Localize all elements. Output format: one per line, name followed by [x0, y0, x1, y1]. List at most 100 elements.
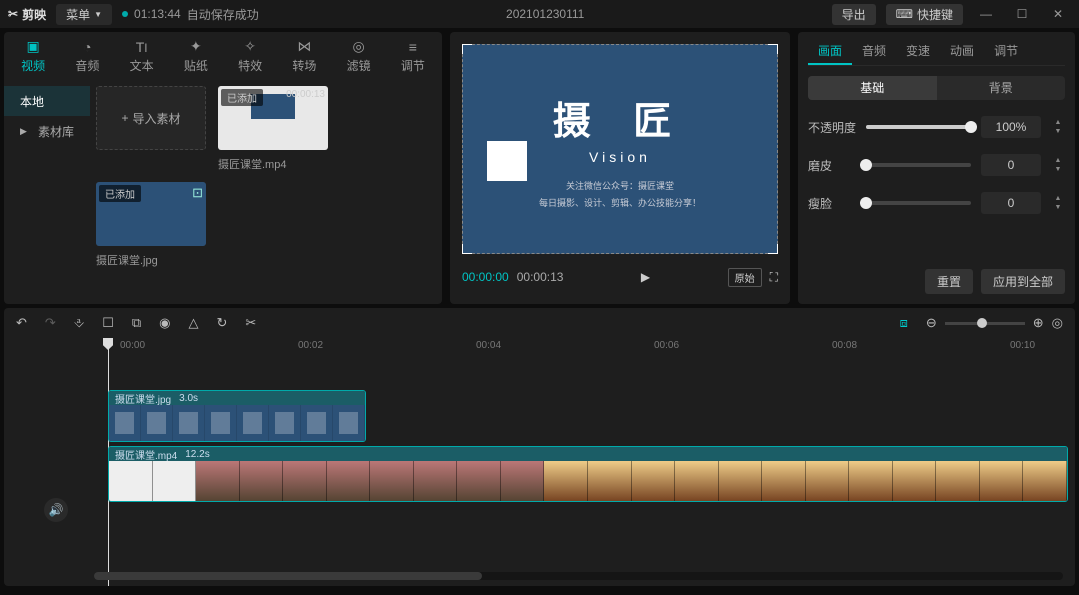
fullscreen-button[interactable]: ⛶ — [770, 270, 778, 285]
transition-icon: ⋈ — [297, 38, 311, 55]
zoom-fit-button[interactable]: ◎ — [1052, 315, 1063, 331]
skin-slider[interactable] — [866, 163, 971, 167]
import-media-button[interactable]: +导入素材 — [96, 86, 206, 150]
delete-button[interactable]: ☐ — [102, 315, 114, 331]
crop-button[interactable]: ⧉ — [132, 315, 141, 331]
zoom-out-button[interactable]: ⊖ — [926, 315, 937, 331]
chevron-down-icon: ▼ — [94, 10, 102, 19]
status-dot-icon — [122, 11, 128, 17]
opacity-value[interactable]: 100% — [981, 116, 1041, 138]
media-filename: 摄匠课堂.jpg — [96, 252, 206, 268]
filter-icon: ◎ — [353, 38, 365, 55]
properties-panel: 画面 音频 变速 动画 调节 基础 背景 不透明度 100% ▲▼ 磨皮 0 ▲… — [798, 32, 1075, 304]
magnet-button[interactable]: ⧈ — [900, 315, 908, 331]
autosave-status: 01:13:44 自动保存成功 — [122, 6, 259, 23]
rotate-button[interactable]: ↻ — [217, 315, 228, 331]
play-button[interactable]: ▶ — [641, 270, 650, 284]
app-name: 剪映 — [22, 6, 46, 23]
project-title: 202101230111 — [269, 7, 822, 21]
duration-label: 00:00:13 — [286, 89, 325, 100]
timeline-toolbar: ↶ ↷ ⎀ ☐ ⧉ ◉ △ ↻ ✂ ⧈ ⊖ ⊕ ◎ — [4, 308, 1075, 338]
text-icon: TI — [136, 39, 148, 55]
media-item[interactable]: 已添加00:00:13 摄匠课堂.mp4 — [218, 86, 328, 172]
audio-icon: ◔ — [83, 39, 91, 55]
timeline[interactable]: 00:00 00:02 00:04 00:06 00:08 00:10 🔊 摄匠… — [4, 338, 1075, 586]
preview-line2: 每日摄影、设计、剪辑、办公技能分享！ — [539, 196, 701, 209]
timeline-clip-video[interactable]: 摄匠课堂.mp412.2s — [108, 446, 1068, 502]
face-stepper[interactable]: ▲▼ — [1051, 195, 1065, 211]
ratio-button[interactable]: 原始 — [728, 268, 762, 287]
sticker-icon: ✦ — [190, 38, 202, 55]
timeline-scrollbar[interactable] — [94, 572, 1063, 580]
tab-transition[interactable]: ⋈转场 — [281, 36, 327, 76]
titlebar: ✂ 剪映 菜单▼ 01:13:44 自动保存成功 202101230111 导出… — [0, 0, 1079, 28]
opacity-label: 不透明度 — [808, 119, 856, 136]
face-slider[interactable] — [866, 201, 971, 205]
tab-adjust[interactable]: ≡调节 — [390, 36, 436, 76]
preview-viewport[interactable]: 摄 匠 Vision 关注微信公众号：摄匠课堂 每日摄影、设计、剪辑、办公技能分… — [462, 44, 778, 254]
image-type-icon: ⊡ — [192, 185, 203, 201]
tab-text[interactable]: TI文本 — [119, 36, 165, 76]
prop-tab-picture[interactable]: 画面 — [808, 38, 852, 65]
media-filename: 摄匠课堂.mp4 — [218, 156, 328, 172]
effects-icon: ✧ — [244, 38, 256, 55]
media-grid: +导入素材 已添加00:00:13 摄匠课堂.mp4 已添加⊡ 摄匠课堂.jpg — [90, 80, 442, 304]
preview-logo-text: 摄 匠 — [553, 90, 688, 145]
prop-tab-speed[interactable]: 变速 — [896, 38, 940, 65]
prop-tab-adjust[interactable]: 调节 — [984, 38, 1028, 65]
tab-video[interactable]: ▣视频 — [10, 36, 56, 76]
preview-sub-text: Vision — [589, 149, 651, 165]
opacity-stepper[interactable]: ▲▼ — [1051, 119, 1065, 135]
time-current: 00:00:00 — [462, 270, 509, 284]
mute-track-button[interactable]: 🔊 — [44, 498, 68, 522]
crop2-button[interactable]: ✂ — [245, 315, 256, 331]
timeline-clip-image[interactable]: 摄匠课堂.jpg3.0s — [108, 390, 366, 442]
time-ruler[interactable]: 00:00 00:02 00:04 00:06 00:08 00:10 — [16, 338, 1075, 358]
zoom-in-button[interactable]: ⊕ — [1033, 315, 1044, 331]
tab-audio[interactable]: ◔音频 — [64, 36, 110, 76]
apply-all-button[interactable]: 应用到全部 — [981, 269, 1065, 294]
shortcuts-button[interactable]: ⌨快捷键 — [886, 4, 963, 25]
plus-icon: + — [121, 111, 128, 125]
face-label: 瘦脸 — [808, 195, 856, 212]
skin-value[interactable]: 0 — [981, 154, 1041, 176]
mirror-button[interactable]: △ — [189, 315, 199, 331]
keyboard-icon: ⌨ — [896, 7, 913, 21]
freeze-button[interactable]: ◉ — [159, 315, 170, 331]
sidebar-item-local[interactable]: 本地 — [4, 86, 90, 116]
preview-panel: 摄 匠 Vision 关注微信公众号：摄匠课堂 每日摄影、设计、剪辑、办公技能分… — [450, 32, 790, 304]
preview-line1: 关注微信公众号：摄匠课堂 — [566, 179, 674, 192]
media-panel: ▣视频 ◔音频 TI文本 ✦贴纸 ✧特效 ⋈转场 ◎滤镜 ≡调节 本地 ▶素材库… — [4, 32, 442, 304]
close-button[interactable]: ✕ — [1045, 7, 1071, 21]
undo-button[interactable]: ↶ — [16, 315, 27, 331]
skin-label: 磨皮 — [808, 157, 856, 174]
redo-button[interactable]: ↷ — [45, 315, 56, 331]
menu-button[interactable]: 菜单▼ — [56, 4, 112, 25]
logo-icon: ✂ — [8, 7, 18, 21]
tab-effects[interactable]: ✧特效 — [227, 36, 273, 76]
adjust-icon: ≡ — [409, 39, 417, 55]
maximize-button[interactable]: ☐ — [1009, 7, 1035, 21]
tab-sticker[interactable]: ✦贴纸 — [173, 36, 219, 76]
export-button[interactable]: 导出 — [832, 4, 876, 25]
video-icon: ▣ — [27, 38, 40, 55]
tab-filter[interactable]: ◎滤镜 — [336, 36, 382, 76]
seg-basic[interactable]: 基础 — [808, 76, 937, 100]
prop-tab-animation[interactable]: 动画 — [940, 38, 984, 65]
media-item[interactable]: 已添加⊡ 摄匠课堂.jpg — [96, 182, 206, 268]
reset-button[interactable]: 重置 — [925, 269, 973, 294]
qr-code-icon — [487, 141, 527, 181]
opacity-slider[interactable] — [866, 125, 971, 129]
seg-background[interactable]: 背景 — [937, 76, 1066, 100]
app-logo: ✂ 剪映 — [8, 6, 46, 23]
time-total: 00:00:13 — [517, 270, 564, 284]
face-value[interactable]: 0 — [981, 192, 1041, 214]
sidebar-item-library[interactable]: ▶素材库 — [4, 116, 90, 146]
media-sidebar: 本地 ▶素材库 — [4, 80, 90, 304]
chevron-right-icon: ▶ — [20, 126, 27, 137]
prop-tab-audio[interactable]: 音频 — [852, 38, 896, 65]
skin-stepper[interactable]: ▲▼ — [1051, 157, 1065, 173]
split-button[interactable]: ⎀ — [74, 315, 84, 331]
minimize-button[interactable]: — — [973, 7, 999, 21]
zoom-slider[interactable] — [945, 322, 1025, 325]
